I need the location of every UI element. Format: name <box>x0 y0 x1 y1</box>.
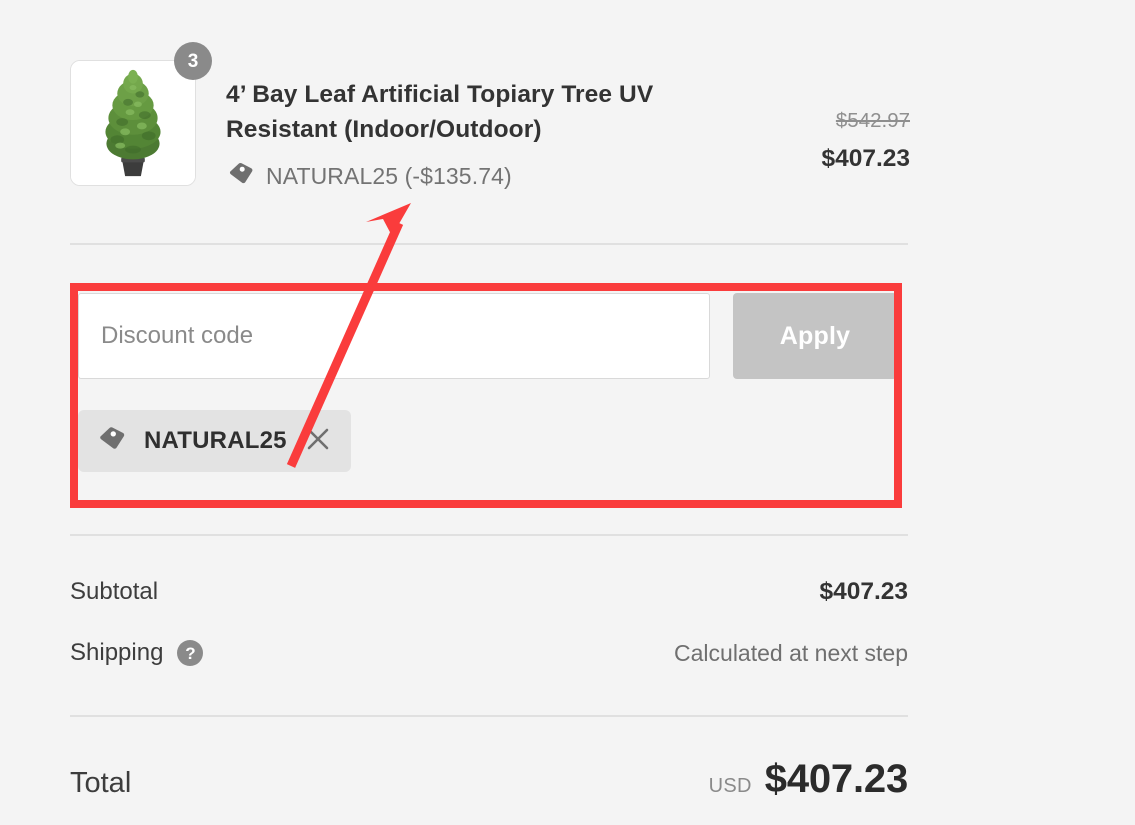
total-label: Total <box>70 767 132 799</box>
order-summary-rows: Subtotal $407.23 Shipping ? Calculated a… <box>70 578 908 667</box>
cart-line-item: 3 4’ Bay Leaf Artificial Topiary Tree UV… <box>70 42 910 195</box>
total-amount: $407.23 <box>764 757 908 801</box>
tag-icon <box>96 423 128 460</box>
grand-total-row: Total USD $407.23 <box>70 757 908 802</box>
shipping-value: Calculated at next step <box>674 639 908 666</box>
applied-code-chip[interactable]: NATURAL25 <box>78 410 351 472</box>
divider-top <box>70 243 908 245</box>
tag-icon <box>226 159 256 195</box>
divider-middle <box>70 534 908 536</box>
discount-section: Apply NATURAL25 <box>78 293 898 472</box>
subtotal-value: $407.23 <box>819 578 908 605</box>
quantity-badge: 3 <box>174 42 212 80</box>
close-icon[interactable] <box>305 426 331 457</box>
total-currency: USD <box>708 775 752 797</box>
applied-code-label: NATURAL25 <box>144 427 287 454</box>
summary-row-shipping: Shipping ? Calculated at next step <box>70 639 908 667</box>
current-price: $407.23 <box>821 144 910 172</box>
product-details: 4’ Bay Leaf Artificial Topiary Tree UV R… <box>196 60 760 195</box>
applied-discount-label: NATURAL25 (-$135.74) <box>266 163 512 190</box>
apply-discount-button[interactable]: Apply <box>733 293 897 379</box>
product-thumbnail-wrapper: 3 <box>70 42 212 186</box>
applied-codes-list: NATURAL25 <box>78 410 898 472</box>
help-icon[interactable]: ? <box>177 640 204 666</box>
discount-entry-row: Apply <box>78 293 898 379</box>
product-prices: $542.97 $407.23 <box>760 60 910 174</box>
shipping-label: Shipping <box>70 639 164 666</box>
total-amount-group: USD $407.23 <box>708 757 909 802</box>
summary-row-subtotal: Subtotal $407.23 <box>70 578 908 606</box>
shipping-label-group: Shipping ? <box>70 639 204 667</box>
product-title: 4’ Bay Leaf Artificial Topiary Tree UV R… <box>226 81 654 143</box>
subtotal-label: Subtotal <box>70 578 159 605</box>
applied-discount-line: NATURAL25 (-$135.74) <box>226 159 760 195</box>
divider-bottom <box>70 715 908 717</box>
original-price: $542.97 <box>835 109 910 132</box>
checkout-order-summary: 3 4’ Bay Leaf Artificial Topiary Tree UV… <box>0 0 1135 825</box>
discount-code-input[interactable] <box>78 293 710 379</box>
product-image <box>70 60 196 186</box>
